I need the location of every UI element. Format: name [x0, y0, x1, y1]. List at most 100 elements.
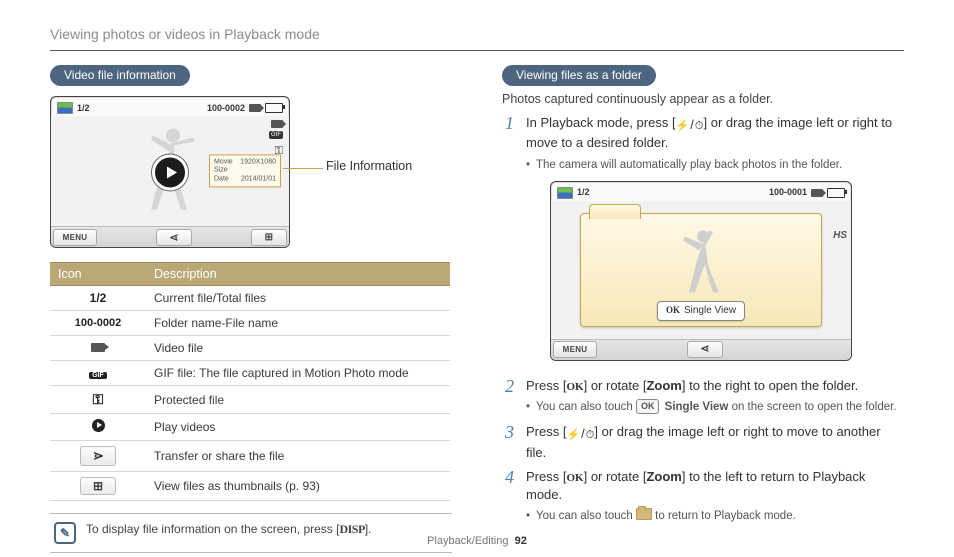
columns: Video file information 1/2 100-0002: [50, 65, 904, 553]
table-row: Play videos: [50, 414, 450, 441]
separator: [50, 50, 904, 51]
share-button[interactable]: ⋖: [687, 341, 723, 358]
breadcrumb: Viewing photos or videos in Playback mod…: [50, 26, 904, 42]
desc: Current file/Total files: [146, 286, 450, 311]
callout-label: File Information: [326, 159, 412, 173]
table-row: 1/2Current file/Total files: [50, 286, 450, 311]
callout-line: [283, 168, 323, 170]
page: Viewing photos or videos in Playback mod…: [0, 0, 954, 557]
ok-single-view-button: OK Single View: [657, 301, 745, 321]
ok-label: OK: [566, 381, 583, 393]
photo-thumb-icon: [557, 187, 573, 199]
table-row: GIFGIF file: The file captured in Motion…: [50, 361, 450, 386]
photo-thumb-icon: [57, 102, 73, 114]
battery-icon: [265, 103, 283, 113]
ok-label: OK: [666, 304, 680, 317]
folder-icon: [636, 508, 652, 520]
note-box: To display file information on the scree…: [50, 513, 452, 553]
table-row: 100-0002Folder name-File name: [50, 311, 450, 336]
left-column: Video file information 1/2 100-0002: [50, 65, 452, 553]
icon-share: [50, 441, 146, 472]
step-number: 1: [502, 114, 514, 371]
section-subtitle: Photos captured continuously appear as a…: [502, 92, 904, 106]
lcd-wrap: 1/2 100-0002 GIF: [50, 96, 450, 248]
desc: Folder name-File name: [146, 311, 450, 336]
file-counter: 1/2: [577, 186, 590, 199]
lcd-canvas: HS: [551, 201, 851, 339]
video-icon: [249, 104, 261, 112]
lcd-screenshot-folder: 1/2 100-0001 HS: [550, 181, 852, 361]
icon-folderfile: 100-0002: [50, 311, 146, 336]
lcd-wrap-folder: 1/2 100-0001 HS: [550, 181, 890, 361]
sub-bullet: The camera will automatically play back …: [526, 157, 904, 173]
desc: Play videos: [146, 414, 450, 441]
desc: GIF file: The file captured in Motion Ph…: [146, 361, 450, 386]
thumbnails-button[interactable]: [251, 229, 287, 246]
table-row: Protected file: [50, 386, 450, 414]
sub-bullet: You can also touch to return to Playback…: [526, 508, 904, 524]
video-icon: [811, 189, 823, 197]
footer-section: Playback/Editing: [427, 535, 508, 547]
flash-timer-icon: /: [566, 425, 594, 443]
single-view-label: Single View: [684, 304, 736, 318]
table-header-row: Icon Description: [50, 263, 450, 286]
steps-list: 1 In Playback mode, press [/] or drag th…: [502, 114, 904, 526]
desc: View files as thumbnails (p. 93): [146, 472, 450, 501]
gif-icon: GIF: [269, 131, 283, 139]
table-row: View files as thumbnails (p. 93): [50, 472, 450, 501]
share-button[interactable]: ⋖: [156, 229, 192, 246]
info-label-date: Date: [214, 175, 229, 183]
table-row: Video file: [50, 336, 450, 361]
step-4: 4 Press [OK] or rotate [Zoom] to the lef…: [502, 468, 904, 527]
page-footer: Playback/Editing 92: [0, 535, 954, 547]
ok-box-icon: OK: [636, 399, 660, 414]
icon-play: [50, 414, 146, 441]
step-number: 4: [502, 468, 514, 527]
play-button-icon: [152, 154, 188, 190]
icon-gif: GIF: [50, 361, 146, 386]
info-val-moviesize: 1920X1080: [240, 158, 276, 175]
icon-description-table: Icon Description 1/2Current file/Total f…: [50, 262, 450, 501]
file-counter: 1/2: [77, 103, 90, 113]
icon-video: [50, 336, 146, 361]
step-1: 1 In Playback mode, press [/] or drag th…: [502, 114, 904, 371]
lcd-bottombar: MENU ⋖: [51, 226, 289, 247]
lcd-bottombar: MENU ⋖: [551, 339, 851, 360]
file-info-box: Movie Size1920X1080 Date 2014/01/01: [209, 154, 281, 187]
section-pill-folder-view: Viewing files as a folder: [502, 65, 656, 86]
zoom-label: Zoom: [646, 378, 681, 393]
step-number: 3: [502, 423, 514, 462]
desc: Transfer or share the file: [146, 441, 450, 472]
menu-button[interactable]: MENU: [553, 341, 597, 358]
zoom-label: Zoom: [646, 469, 681, 484]
table-row: Transfer or share the file: [50, 441, 450, 472]
desc: Protected file: [146, 386, 450, 414]
folder-file-label: 100-0002: [207, 103, 245, 113]
folder-figure-icon: [671, 224, 731, 301]
hs-label: HS: [833, 229, 847, 243]
lcd-topbar: 1/2 100-0002: [51, 97, 289, 116]
info-label-moviesize: Movie Size: [214, 158, 240, 175]
lcd-screenshot-video: 1/2 100-0002 GIF: [50, 96, 290, 248]
videocam-icon: [271, 120, 283, 128]
info-val-date: 2014/01/01: [241, 175, 276, 183]
icon-key: [50, 386, 146, 414]
lcd-canvas: GIF: [51, 116, 289, 226]
icon-thumbs: [50, 472, 146, 501]
th-icon: Icon: [50, 263, 146, 286]
step-number: 2: [502, 377, 514, 417]
step-2: 2 Press [OK] or rotate [Zoom] to the rig…: [502, 377, 904, 417]
folder-file-label: 100-0001: [769, 186, 807, 199]
icon-counter: 1/2: [50, 286, 146, 311]
battery-icon: [827, 188, 845, 198]
right-column: Viewing files as a folder Photos capture…: [502, 65, 904, 553]
desc: Video file: [146, 336, 450, 361]
footer-page: 92: [515, 535, 527, 547]
ok-label: OK: [566, 472, 583, 484]
flash-timer-icon: /: [676, 116, 704, 134]
sub-bullet: You can also touch OK Single View on the…: [526, 399, 904, 415]
menu-button[interactable]: MENU: [53, 229, 97, 246]
disp-label: DISP: [339, 522, 364, 536]
th-description: Description: [146, 263, 450, 286]
section-pill-video-info: Video file information: [50, 65, 190, 86]
